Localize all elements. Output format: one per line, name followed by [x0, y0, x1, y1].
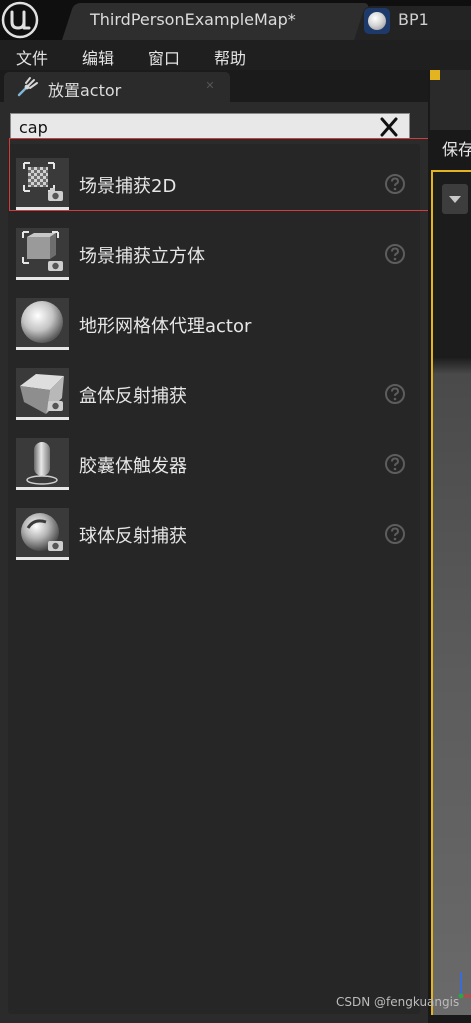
help-icon[interactable]: [384, 523, 406, 545]
menu-window[interactable]: 窗口: [148, 45, 180, 69]
chevron-down-icon: [449, 196, 461, 203]
save-button[interactable]: 保存: [442, 136, 471, 160]
item-label: 地形网格体代理actor: [79, 316, 252, 337]
blueprint-icon: [364, 8, 390, 34]
search-input[interactable]: [19, 117, 359, 137]
item-label: 盒体反射捕获: [79, 386, 187, 407]
level-viewport[interactable]: [431, 170, 471, 1015]
viewport-options-button[interactable]: [442, 184, 468, 214]
scene-capture-cube-icon: [16, 228, 69, 280]
menu-edit[interactable]: 编辑: [82, 45, 114, 69]
highlight-annotation: [9, 138, 439, 211]
search-box[interactable]: [10, 113, 410, 139]
unreal-logo-icon[interactable]: [0, 0, 40, 40]
sphere-reflection-capture-icon: [16, 508, 69, 560]
close-icon[interactable]: ✕: [205, 80, 215, 91]
capsule-trigger-icon: [16, 438, 69, 490]
clear-search-icon[interactable]: [378, 117, 400, 137]
item-label: 场景捕获立方体: [79, 246, 205, 267]
list-item-landscape-mesh-proxy[interactable]: 地形网格体代理actor: [8, 294, 420, 354]
viewport-corner-marker: [430, 70, 440, 80]
title-bar: ThirdPersonExampleMap* BP1: [0, 0, 471, 40]
menu-help[interactable]: 帮助: [214, 45, 246, 69]
tab-bp1-label[interactable]: BP1: [398, 10, 429, 29]
list-item-box-reflection-capture[interactable]: 盒体反射捕获: [8, 364, 420, 424]
help-icon[interactable]: [384, 243, 406, 265]
tab-map-label[interactable]: ThirdPersonExampleMap*: [90, 10, 296, 29]
place-actors-icon: [17, 77, 38, 97]
watermark: CSDN @fengkuangis: [336, 995, 460, 1009]
list-item-capsule-trigger[interactable]: 胶囊体触发器: [8, 434, 420, 494]
item-label: 胶囊体触发器: [79, 456, 187, 477]
box-reflection-capture-icon: [16, 368, 69, 420]
list-item-sphere-reflection-capture[interactable]: 球体反射捕获: [8, 504, 420, 564]
list-item-scene-capture-cube[interactable]: 场景捕获立方体: [8, 224, 420, 284]
item-label: 球体反射捕获: [79, 526, 187, 547]
menu-bar: 文件 编辑 窗口 帮助: [0, 40, 471, 70]
menu-file[interactable]: 文件: [16, 45, 48, 69]
sphere-mesh-icon: [16, 298, 69, 350]
help-icon[interactable]: [384, 453, 406, 475]
panel-title: 放置actor: [48, 81, 122, 100]
help-icon[interactable]: [384, 383, 406, 405]
